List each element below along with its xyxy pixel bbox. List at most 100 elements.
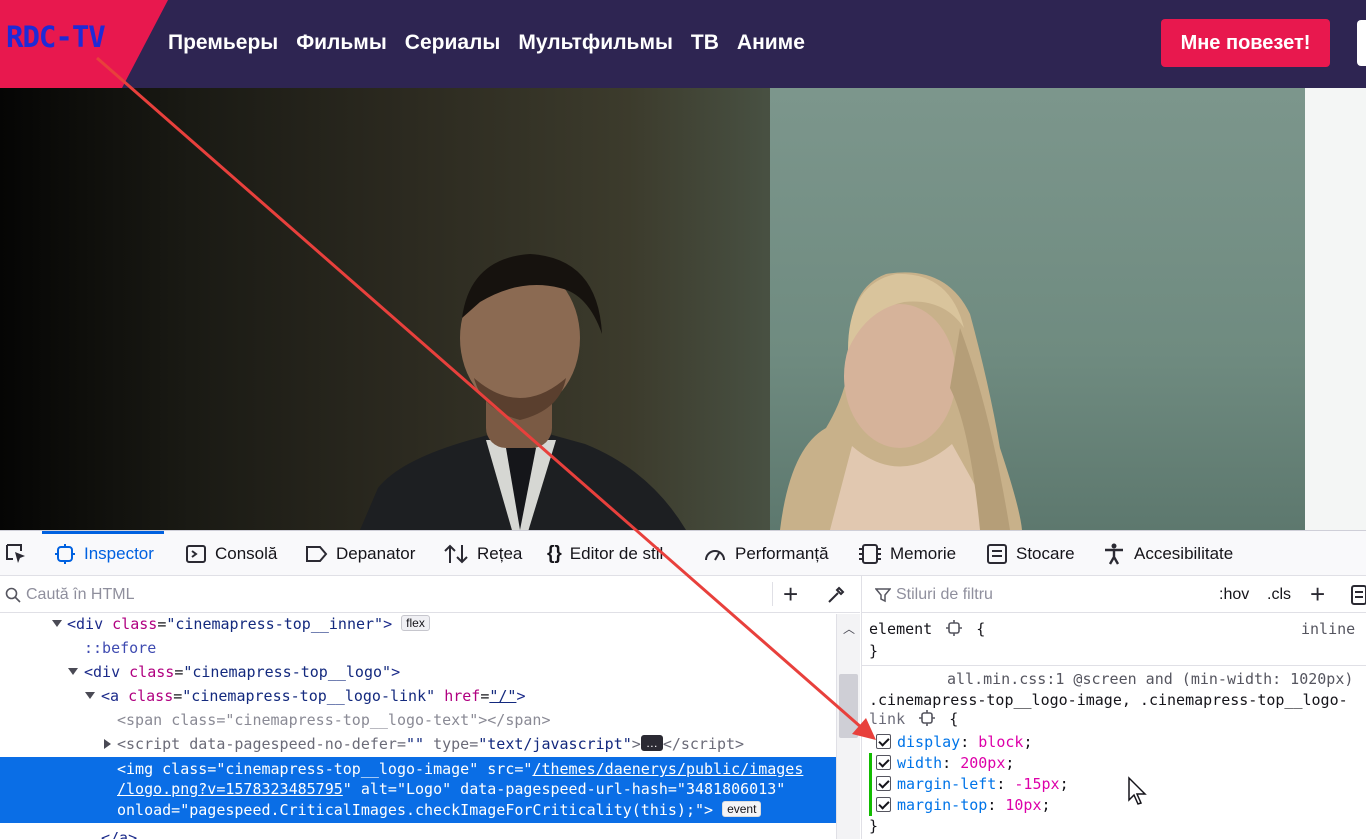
eyedropper-icon[interactable] bbox=[826, 585, 846, 605]
add-rule-icon[interactable]: + bbox=[1310, 581, 1325, 607]
console-icon bbox=[186, 544, 206, 563]
selected-line-1: <img class="cinemapress-top__logo-image"… bbox=[117, 760, 804, 778]
selected-line-3: onload="pagespeed.CriticalImages.checkIm… bbox=[117, 800, 762, 821]
changed-indicator bbox=[869, 774, 872, 795]
expand-toggle-icon[interactable] bbox=[85, 692, 95, 699]
nav-item-anime[interactable]: Аниме bbox=[737, 31, 805, 55]
nav-item-tv[interactable]: ТВ bbox=[691, 31, 719, 55]
decl-checkbox[interactable] bbox=[876, 797, 891, 812]
html-search-input[interactable]: Caută în HTML bbox=[26, 586, 134, 604]
rules-filter-input[interactable]: Stiluri de filtru bbox=[896, 586, 993, 604]
tab-storage-label: Stocare bbox=[1016, 543, 1075, 563]
network-icon bbox=[444, 544, 468, 563]
debugger-icon bbox=[306, 545, 328, 562]
memory-icon bbox=[859, 543, 881, 564]
markup-line-logo-text[interactable]: <span class="cinemapress-top__logo-text"… bbox=[0, 708, 836, 732]
tab-performance-label: Performanță bbox=[735, 543, 829, 563]
rules-filter-bar[interactable]: Stiluri de filtru :hov .cls + bbox=[862, 576, 1366, 613]
changed-indicator bbox=[869, 795, 872, 816]
node-highlight-icon[interactable] bbox=[918, 710, 936, 726]
hero-figures bbox=[360, 254, 1022, 530]
tab-network-label: Rețea bbox=[477, 543, 523, 563]
tab-console[interactable]: Consolă bbox=[185, 531, 277, 576]
html-search-bar[interactable]: Caută în HTML + bbox=[0, 576, 860, 613]
toolbar-divider bbox=[772, 582, 773, 606]
site-header: RDC-TV Премьеры Фильмы Сериалы Мультфиль… bbox=[0, 0, 1366, 88]
decl-checkbox[interactable] bbox=[876, 734, 891, 749]
tab-debugger-label: Depanator bbox=[336, 543, 416, 563]
tab-inspector-label: Inspector bbox=[84, 543, 154, 563]
markup-line-before[interactable]: ::before bbox=[0, 636, 836, 660]
element-rule-header: element { bbox=[869, 620, 986, 638]
add-node-icon[interactable]: + bbox=[783, 581, 798, 607]
hero-movie-still bbox=[0, 88, 1366, 530]
nav-item-series[interactable]: Сериалы bbox=[405, 31, 501, 55]
element-rule-close: } bbox=[869, 642, 879, 660]
expand-toggle-icon[interactable] bbox=[68, 668, 78, 675]
performance-icon bbox=[705, 549, 725, 560]
decl-width[interactable]: width: 200px; bbox=[876, 753, 1014, 774]
tab-console-label: Consolă bbox=[215, 543, 278, 563]
decl-display[interactable]: display: block; bbox=[876, 732, 1032, 753]
rules-panel: Stiluri de filtru :hov .cls + element { … bbox=[861, 576, 1366, 839]
selected-line-2: /logo.png?v=1578323485795" alt="Logo" da… bbox=[117, 780, 786, 798]
decl-margin-top[interactable]: margin-top: 10px; bbox=[876, 795, 1051, 816]
nav-item-cartoons[interactable]: Мультфильмы bbox=[518, 31, 673, 55]
devtools-toolbar: Inspector Consolă Depanator Rețea {} Edi… bbox=[0, 531, 1366, 576]
tab-debugger[interactable]: Depanator bbox=[304, 531, 415, 576]
rule-separator bbox=[862, 665, 1366, 666]
search-icon bbox=[5, 587, 21, 603]
scrollbar-thumb[interactable] bbox=[839, 674, 858, 738]
decl-checkbox[interactable] bbox=[876, 776, 891, 791]
expand-toggle-icon[interactable] bbox=[52, 620, 62, 627]
hover-toggle[interactable]: :hov bbox=[1219, 586, 1249, 604]
markup-line-logo[interactable]: <div class="cinemapress-top__logo"> bbox=[0, 660, 836, 684]
element-picker-icon[interactable] bbox=[4, 542, 28, 566]
tab-storage[interactable]: Stocare bbox=[986, 531, 1075, 576]
tab-performance[interactable]: Performanță bbox=[703, 531, 829, 576]
print-media-icon[interactable] bbox=[1351, 585, 1366, 605]
rule-close: } bbox=[869, 817, 879, 835]
element-rule-source[interactable]: inline bbox=[1301, 619, 1355, 640]
class-toggle[interactable]: .cls bbox=[1267, 586, 1291, 604]
markup-line-script[interactable]: <script data-pagespeed-no-defer="" type=… bbox=[0, 732, 836, 756]
collapsed-content-badge[interactable]: … bbox=[640, 735, 663, 751]
tab-style-editor[interactable]: {} Editor de stil bbox=[547, 531, 663, 576]
markup-line-close-a[interactable]: </a> bbox=[0, 826, 836, 839]
expand-toggle-icon[interactable] bbox=[104, 739, 111, 749]
style-editor-icon: {} bbox=[547, 542, 562, 564]
accessibility-icon bbox=[1105, 543, 1123, 565]
selected-img-node[interactable]: <img class="cinemapress-top__logo-image"… bbox=[0, 757, 836, 823]
site-logo[interactable]: RDC-TV bbox=[6, 20, 106, 54]
tab-network[interactable]: Rețea bbox=[443, 531, 522, 576]
markup-scrollbar[interactable]: ︿ bbox=[836, 614, 860, 839]
main-nav: Премьеры Фильмы Сериалы Мультфильмы ТВ А… bbox=[168, 31, 805, 55]
tab-memory[interactable]: Memorie bbox=[858, 531, 956, 576]
filter-icon bbox=[875, 588, 891, 603]
chevron-up-icon[interactable]: ︿ bbox=[843, 620, 855, 637]
tab-accessibility[interactable]: Accesibilitate bbox=[1102, 531, 1233, 576]
tab-accessibility-label: Accesibilitate bbox=[1134, 543, 1234, 563]
node-highlight-icon[interactable] bbox=[945, 620, 963, 636]
markup-line-inner[interactable]: <div class="cinemapress-top__inner"> fle… bbox=[0, 612, 836, 636]
inspector-icon bbox=[55, 543, 75, 564]
rule-selector-line-1: .cinemapress-top__logo-image, .cinemapre… bbox=[869, 691, 1348, 709]
mouse-cursor-icon bbox=[1128, 776, 1147, 805]
decl-checkbox[interactable] bbox=[876, 755, 891, 770]
nav-item-premieres[interactable]: Премьеры bbox=[168, 31, 278, 55]
event-badge[interactable]: event bbox=[722, 801, 762, 817]
storage-icon bbox=[987, 543, 1007, 564]
decl-margin-left[interactable]: margin-left: -15px; bbox=[876, 774, 1069, 795]
devtools-panel: Inspector Consolă Depanator Rețea {} Edi… bbox=[0, 530, 1366, 839]
css-rules: element { inline } all.min.css:1 @screen… bbox=[862, 614, 1366, 839]
rule-source-link[interactable]: all.min.css:1 @screen and (min-width: 10… bbox=[947, 669, 1353, 690]
search-button-edge[interactable] bbox=[1357, 20, 1366, 66]
tab-style-editor-label: Editor de stil bbox=[569, 543, 664, 563]
flex-badge[interactable]: flex bbox=[401, 615, 430, 631]
tab-inspector[interactable]: Inspector bbox=[42, 531, 164, 576]
changed-indicator bbox=[869, 753, 872, 774]
rule-selector-line-2: link { bbox=[869, 710, 959, 728]
markup-line-logo-link[interactable]: <a class="cinemapress-top__logo-link" hr… bbox=[0, 684, 836, 708]
lucky-button[interactable]: Мне повезет! bbox=[1161, 19, 1330, 67]
nav-item-films[interactable]: Фильмы bbox=[296, 31, 387, 55]
